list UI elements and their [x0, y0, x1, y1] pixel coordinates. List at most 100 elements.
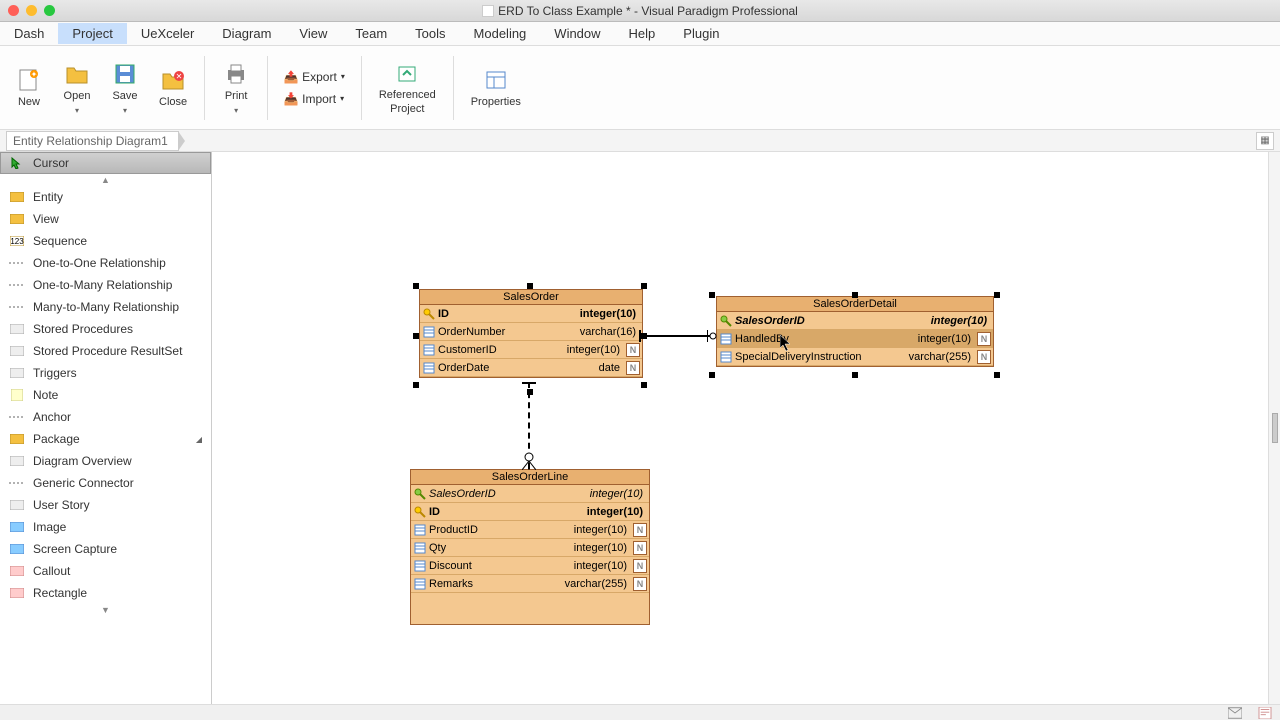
selection-handle[interactable]: [852, 292, 858, 298]
menu-diagram[interactable]: Diagram: [208, 23, 285, 44]
relationship-so-sod[interactable]: [643, 335, 716, 337]
menu-modeling[interactable]: Modeling: [460, 23, 541, 44]
palette-rectangle[interactable]: Rectangle: [0, 582, 211, 604]
diagram-canvas[interactable]: SalesOrderIDinteger(10)OrderNumbervarcha…: [212, 152, 1268, 704]
palette-entity[interactable]: Entity: [0, 186, 211, 208]
menu-plugin[interactable]: Plugin: [669, 23, 733, 44]
palette-package[interactable]: Package◢: [0, 428, 211, 450]
selection-handle[interactable]: [994, 292, 1000, 298]
palette-sequence[interactable]: 123Sequence: [0, 230, 211, 252]
column-name: SalesOrderID: [429, 488, 506, 500]
palette-one-to-many-relationship[interactable]: One-to-Many Relationship: [0, 274, 211, 296]
menu-view[interactable]: View: [285, 23, 341, 44]
entity-salesorderline[interactable]: SalesOrderLineSalesOrderIDinteger(10)IDi…: [410, 469, 650, 625]
minimize-window-button[interactable]: [26, 5, 37, 16]
selection-handle[interactable]: [709, 372, 715, 378]
column-icon: [413, 559, 427, 573]
menu-project[interactable]: Project: [58, 23, 126, 44]
tool-palette: Cursor▲ Entity View123SequenceOne-to-One R…: [0, 152, 212, 704]
svg-text:✦: ✦: [31, 70, 38, 79]
selection-handle[interactable]: [641, 382, 647, 388]
selection-handle[interactable]: [413, 382, 419, 388]
column-row[interactable]: HandledByinteger(10)N: [717, 330, 993, 348]
column-row[interactable]: ProductIDinteger(10)N: [411, 521, 649, 539]
palette-one-to-one-relationship[interactable]: One-to-One Relationship: [0, 252, 211, 274]
palette-collapse-down[interactable]: ▼: [0, 604, 211, 616]
menu-tools[interactable]: Tools: [401, 23, 459, 44]
selection-handle[interactable]: [413, 333, 419, 339]
diagram-navigator-button[interactable]: ▦: [1256, 132, 1274, 150]
column-row[interactable]: Qtyinteger(10)N: [411, 539, 649, 557]
palette-generic-connector[interactable]: Generic Connector: [0, 472, 211, 494]
palette-screen-capture[interactable]: Screen Capture: [0, 538, 211, 560]
palette-anchor[interactable]: Anchor: [0, 406, 211, 428]
menu-window[interactable]: Window: [540, 23, 614, 44]
palette-user-story[interactable]: User Story: [0, 494, 211, 516]
selection-handle[interactable]: [994, 372, 1000, 378]
palette-note[interactable]: Note: [0, 384, 211, 406]
selection-handle[interactable]: [641, 333, 647, 339]
column-row[interactable]: IDinteger(10): [420, 305, 642, 323]
properties-button[interactable]: Properties: [462, 61, 530, 114]
column-type: varchar(255): [909, 351, 975, 363]
column-row[interactable]: IDinteger(10): [411, 503, 649, 521]
column-name: SpecialDeliveryInstruction: [735, 351, 872, 363]
selection-handle[interactable]: [641, 283, 647, 289]
column-row[interactable]: SpecialDeliveryInstructionvarchar(255)N: [717, 348, 993, 366]
column-type: integer(10): [574, 542, 631, 554]
menu-team[interactable]: Team: [341, 23, 401, 44]
menu-uexceler[interactable]: UeXceler: [127, 23, 208, 44]
selection-handle[interactable]: [709, 292, 715, 298]
print-button[interactable]: Print ▾: [213, 55, 259, 119]
caret-down-icon: ▾: [341, 72, 345, 81]
note-icon[interactable]: [1258, 707, 1272, 719]
column-row[interactable]: SalesOrderIDinteger(10): [411, 485, 649, 503]
open-button[interactable]: Open ▾: [54, 55, 100, 119]
referenced-project-button[interactable]: Referenced Project: [370, 54, 445, 120]
column-row[interactable]: CustomerIDinteger(10)N: [420, 341, 642, 359]
selection-handle[interactable]: [413, 283, 419, 289]
menu-dash[interactable]: Dash: [0, 23, 58, 44]
column-row[interactable]: Discountinteger(10)N: [411, 557, 649, 575]
column-type: integer(10): [574, 560, 631, 572]
palette-many-to-many-relationship[interactable]: Many-to-Many Relationship: [0, 296, 211, 318]
entity-salesorder[interactable]: SalesOrderIDinteger(10)OrderNumbervarcha…: [419, 289, 643, 378]
palette-label: One-to-Many Relationship: [33, 278, 172, 292]
column-row[interactable]: OrderDatedateN: [420, 359, 642, 377]
selection-handle[interactable]: [852, 372, 858, 378]
selection-handle[interactable]: [527, 389, 533, 395]
palette-diagram-overview[interactable]: Diagram Overview: [0, 450, 211, 472]
panel-toggle-handle[interactable]: [1272, 413, 1278, 443]
nullable-icon: N: [633, 541, 647, 555]
nullable-icon: N: [633, 523, 647, 537]
palette-stored-procedure-resultset[interactable]: Stored Procedure ResultSet: [0, 340, 211, 362]
palette-collapse-up[interactable]: ▲: [0, 174, 211, 186]
palette-stored-procedures[interactable]: Stored Procedures: [0, 318, 211, 340]
palette-image[interactable]: Image: [0, 516, 211, 538]
export-button[interactable]: 📤Export ▾: [278, 68, 351, 86]
right-panel-strip[interactable]: [1268, 152, 1280, 704]
palette-label: Entity: [33, 190, 63, 204]
palette-view[interactable]: View: [0, 208, 211, 230]
palette-cursor[interactable]: Cursor: [0, 152, 211, 174]
maximize-window-button[interactable]: [44, 5, 55, 16]
new-button[interactable]: ✦ New: [6, 61, 52, 114]
open-icon: [63, 60, 91, 88]
save-button[interactable]: Save ▾: [102, 55, 148, 119]
column-row[interactable]: SalesOrderIDinteger(10): [717, 312, 993, 330]
palette-icon: [9, 191, 25, 203]
palette-callout[interactable]: Callout: [0, 560, 211, 582]
close-button[interactable]: ✕ Close: [150, 61, 196, 114]
mail-icon[interactable]: [1228, 707, 1242, 719]
entity-salesorderdetail[interactable]: SalesOrderDetailSalesOrderIDinteger(10)H…: [716, 296, 994, 367]
menu-help[interactable]: Help: [615, 23, 670, 44]
properties-label: Properties: [471, 96, 521, 109]
close-window-button[interactable]: [8, 5, 19, 16]
column-row[interactable]: OrderNumbervarchar(16): [420, 323, 642, 341]
breadcrumb-item[interactable]: Entity Relationship Diagram1: [6, 131, 179, 151]
selection-handle[interactable]: [527, 283, 533, 289]
palette-icon: [9, 433, 25, 445]
import-button[interactable]: 📥Import ▾: [278, 90, 351, 108]
column-row[interactable]: Remarksvarchar(255)N: [411, 575, 649, 593]
palette-triggers[interactable]: Triggers: [0, 362, 211, 384]
